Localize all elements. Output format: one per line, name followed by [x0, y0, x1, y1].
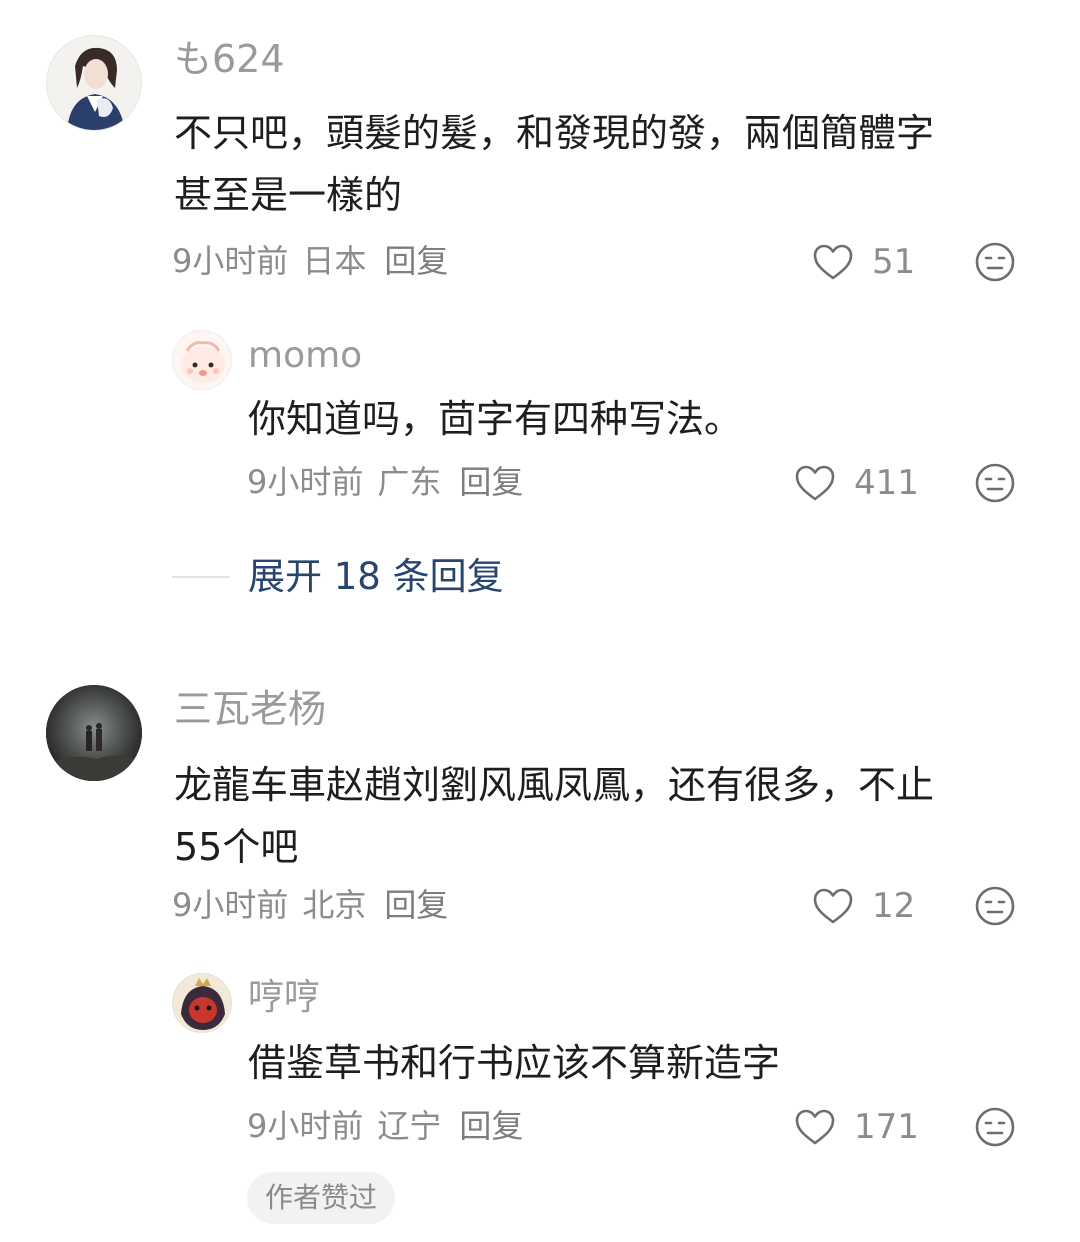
avatar-photo: [46, 685, 142, 781]
username[interactable]: も624: [174, 40, 285, 78]
like-count: 12: [872, 886, 916, 926]
username[interactable]: momo: [248, 338, 362, 374]
comment-time: 9小时前: [247, 1107, 364, 1145]
comment-meta: 9小时前 日本 回复: [172, 245, 462, 277]
like-count: 171: [854, 1107, 919, 1147]
author-liked-badge: 作者赞过: [247, 1172, 396, 1224]
comment-meta: 9小时前 广东 回复: [247, 466, 537, 498]
username[interactable]: 哼哼: [248, 980, 320, 1016]
like-button[interactable]: 12: [812, 884, 915, 928]
comment-location: 辽宁: [377, 1107, 442, 1145]
like-button[interactable]: 411: [794, 461, 919, 505]
dislike-button[interactable]: [974, 1106, 1016, 1148]
avatar[interactable]: [46, 35, 142, 131]
like-button[interactable]: 51: [812, 240, 915, 284]
avatar-illustration: [173, 974, 231, 1032]
reply-text: 你知道吗，茴字有四种写法。: [248, 397, 743, 441]
reply-button[interactable]: 回复: [459, 463, 523, 501]
like-count: 411: [854, 463, 919, 503]
reply-button[interactable]: 回复: [384, 886, 448, 924]
comment-time: 9小时前: [172, 886, 289, 924]
heart-outline-icon: [813, 888, 853, 924]
neutral-face-icon: [975, 886, 1015, 926]
heart-outline-icon: [795, 1109, 835, 1145]
comment-meta: 9小时前 辽宁 回复: [247, 1110, 537, 1142]
expand-replies-link[interactable]: 展开 18 条回复: [248, 558, 504, 595]
avatar[interactable]: [172, 330, 232, 390]
divider: [172, 576, 230, 578]
comment-meta: 9小时前 北京 回复: [172, 889, 462, 921]
reply-button[interactable]: 回复: [459, 1107, 523, 1145]
reply-text: 借鉴草书和行书应该不算新造字: [248, 1041, 781, 1085]
neutral-face-icon: [975, 1107, 1015, 1147]
like-count: 51: [872, 242, 916, 282]
reply-button[interactable]: 回复: [384, 242, 448, 280]
comment-time: 9小时前: [172, 242, 289, 280]
neutral-face-icon: [975, 463, 1015, 503]
dislike-button[interactable]: [974, 241, 1016, 283]
comment-text: 不只吧，頭髮的髮，和發現的發，兩個簡體字 甚至是一樣的: [174, 111, 935, 217]
avatar-illustration: [47, 36, 141, 130]
dislike-button[interactable]: [974, 885, 1016, 927]
heart-outline-icon: [813, 244, 853, 280]
avatar[interactable]: [172, 973, 232, 1033]
comment-text: 龙龍车車赵趙刘劉风風凤鳳，还有很多，不止 55个吧: [174, 763, 935, 869]
neutral-face-icon: [975, 242, 1015, 282]
heart-outline-icon: [795, 465, 835, 501]
dislike-button[interactable]: [974, 462, 1016, 504]
comment-location: 北京: [302, 886, 367, 924]
username[interactable]: 三瓦老杨: [174, 690, 326, 728]
avatar-illustration: [173, 331, 231, 389]
comment-location: 日本: [302, 242, 367, 280]
comment-location: 广东: [377, 463, 442, 501]
comment-time: 9小时前: [247, 463, 364, 501]
avatar[interactable]: [46, 685, 142, 781]
like-button[interactable]: 171: [794, 1105, 919, 1149]
